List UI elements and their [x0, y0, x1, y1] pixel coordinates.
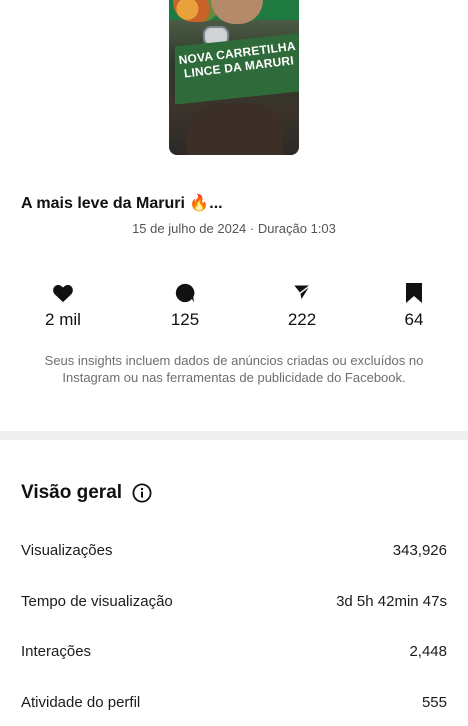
section-divider	[0, 431, 468, 440]
info-icon[interactable]	[132, 483, 152, 503]
row-label: Visualizações	[21, 542, 113, 559]
likes-count: 2 mil	[45, 310, 81, 329]
row-value: 2,448	[409, 643, 447, 660]
overview-row-profile-activity[interactable]: Atividade do perfil 555	[21, 694, 447, 718]
post-caption: A mais leve da Maruri 🔥...	[21, 195, 223, 212]
row-value: 3d 5h 42min 47s	[336, 593, 447, 610]
row-value: 555	[421, 694, 447, 711]
overview-header: Visão geral	[21, 482, 152, 504]
likes-stat: 2 mil	[23, 282, 103, 330]
row-label: Tempo de visualização	[21, 593, 173, 610]
comment-icon	[145, 282, 225, 304]
shares-stat: 222	[262, 282, 342, 330]
share-icon	[262, 282, 342, 304]
engagement-stats: 2 mil 125 222 64	[0, 282, 468, 332]
thumbnail-person-face	[211, 0, 263, 24]
thumbnail-person-shirt	[187, 103, 283, 155]
comments-stat: 125	[145, 282, 225, 330]
insights-notice: Seus insights incluem dados de anúncios …	[44, 353, 424, 385]
saves-stat: 64	[374, 282, 454, 330]
heart-icon	[23, 282, 103, 304]
overview-title: Visão geral	[21, 482, 123, 503]
overview-row-views[interactable]: Visualizações 343,926	[21, 542, 447, 566]
comments-count: 125	[170, 310, 200, 329]
shares-count: 222	[287, 310, 317, 329]
post-meta: 15 de julho de 2024 · Duração 1:03	[132, 221, 336, 236]
bookmark-icon	[374, 282, 454, 304]
saves-count: 64	[404, 310, 424, 329]
row-value: 343,926	[392, 542, 447, 559]
overview-row-interactions[interactable]: Interações 2,448	[21, 643, 447, 667]
row-label: Atividade do perfil	[21, 694, 141, 711]
row-label: Interações	[21, 643, 92, 660]
reel-thumbnail[interactable]: NOVA CARRETILHA LINCE DA MARURI	[169, 0, 299, 155]
overview-row-watch-time[interactable]: Tempo de visualização 3d 5h 42min 47s	[21, 593, 447, 617]
